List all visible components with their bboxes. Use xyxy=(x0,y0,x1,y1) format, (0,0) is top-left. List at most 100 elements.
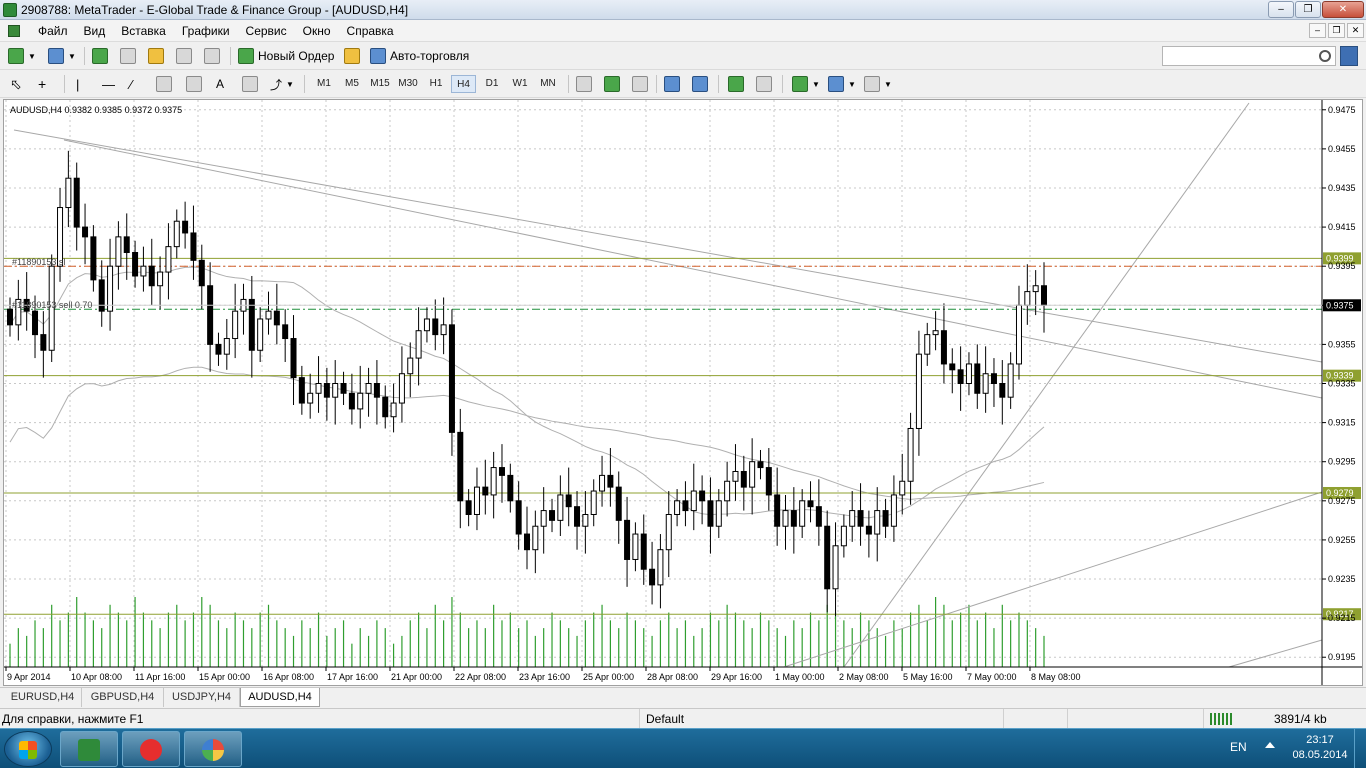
candle-body xyxy=(298,377,305,404)
menu-help[interactable]: Справка xyxy=(339,20,402,42)
timeframe-h1[interactable]: H1 xyxy=(424,75,448,93)
minimize-button[interactable]: – xyxy=(1268,1,1294,18)
menu-file[interactable]: Файл xyxy=(30,20,76,42)
candle-body xyxy=(615,486,622,521)
candle-body xyxy=(482,486,489,496)
candle-body xyxy=(415,330,422,359)
candle-chart-button[interactable] xyxy=(604,74,620,94)
menu-tools[interactable]: Сервис xyxy=(238,20,295,42)
taskbar-metatrader[interactable] xyxy=(60,731,118,767)
timeframe-w1[interactable]: W1 xyxy=(508,75,532,93)
community-button[interactable] xyxy=(1340,46,1358,66)
data-window-button[interactable] xyxy=(148,46,164,66)
trendline-tool[interactable]: ∕ xyxy=(130,74,132,94)
candle-body xyxy=(590,490,597,515)
tab-gbpusd[interactable]: GBPUSD,H4 xyxy=(82,688,164,707)
chart-doc-icon[interactable] xyxy=(8,25,20,37)
time-tick-label: 7 May 00:00 xyxy=(967,672,1017,682)
candle-body xyxy=(1007,363,1014,398)
fibo-tool[interactable] xyxy=(186,74,202,94)
mdi-restore-button[interactable]: ❐ xyxy=(1328,23,1345,38)
windows-taskbar: EN 23:17 08.05.2014 xyxy=(0,728,1366,768)
zoom-out-button[interactable] xyxy=(692,74,708,94)
market-watch-button[interactable] xyxy=(92,46,108,66)
candle-body xyxy=(490,467,497,496)
templates-button[interactable]: ▼ xyxy=(864,74,892,94)
connection-status-icon[interactable] xyxy=(1210,713,1234,725)
profiles-button[interactable]: ▼ xyxy=(48,46,76,66)
timeframe-h4[interactable]: H4 xyxy=(451,75,476,93)
windows-logo-icon xyxy=(19,741,37,759)
candle-body xyxy=(999,383,1006,398)
tab-usdjpy[interactable]: USDJPY,H4 xyxy=(164,688,240,707)
autotrading-icon xyxy=(370,48,386,64)
timeframe-m30[interactable]: M30 xyxy=(394,75,422,93)
timeframe-d1[interactable]: D1 xyxy=(480,75,504,93)
cursor-tool[interactable]: ⬁ xyxy=(10,74,22,94)
auto-scroll-button[interactable] xyxy=(728,74,744,94)
candle-body xyxy=(740,470,747,488)
chart-window[interactable]: 0.9399 0.9339 0.9279 0.9217 0.9475 0.9455 0.9… xyxy=(3,99,1363,686)
bar-chart-button[interactable] xyxy=(576,74,592,94)
restore-button[interactable]: ❐ xyxy=(1295,1,1321,18)
terminal-button[interactable] xyxy=(176,46,192,66)
autotrading-button[interactable]: Авто-торговля xyxy=(370,46,469,66)
candle-body xyxy=(974,363,981,394)
tray-clock[interactable]: 23:17 08.05.2014 xyxy=(1290,733,1350,763)
search-input[interactable] xyxy=(1162,46,1336,66)
mdi-minimize-button[interactable]: – xyxy=(1309,23,1326,38)
tab-eurusd[interactable]: EURUSD,H4 xyxy=(4,688,82,707)
candle-body xyxy=(157,271,164,287)
menu-charts[interactable]: Графики xyxy=(174,20,238,42)
crosshair-tool[interactable]: + xyxy=(38,74,46,94)
tray-expand-icon[interactable] xyxy=(1265,742,1275,748)
taskbar-paint[interactable] xyxy=(184,731,242,767)
vertical-line-tool[interactable]: | xyxy=(76,74,79,94)
arrows-tool[interactable]: ⤴ ▼ xyxy=(270,74,294,94)
metaeditor-button[interactable] xyxy=(344,46,360,66)
candle-body xyxy=(857,510,864,527)
candle-body xyxy=(774,494,781,527)
new-chart-button[interactable]: ▼ xyxy=(8,46,36,66)
indicators-button[interactable]: ▼ xyxy=(792,74,820,94)
channel-icon xyxy=(156,76,172,92)
candle-body xyxy=(315,383,322,394)
zoom-in-button[interactable] xyxy=(664,74,680,94)
timeframe-m1[interactable]: M1 xyxy=(312,75,336,93)
horizontal-line-tool[interactable]: — xyxy=(102,74,115,94)
price-tick-label: 0.9435 xyxy=(1328,183,1356,193)
timeframe-mn[interactable]: MN xyxy=(535,75,561,93)
channel-tool[interactable] xyxy=(156,74,172,94)
start-button[interactable] xyxy=(4,731,52,767)
status-profile[interactable]: Default xyxy=(644,709,1004,729)
candle-body xyxy=(665,513,672,551)
close-button[interactable]: ✕ xyxy=(1322,1,1364,18)
candle-body xyxy=(373,383,380,398)
new-order-button[interactable]: Новый Ордер xyxy=(238,46,334,66)
show-desktop-button[interactable] xyxy=(1354,729,1366,768)
candle-body xyxy=(640,533,647,570)
language-indicator[interactable]: EN xyxy=(1230,740,1247,754)
candle-body xyxy=(465,500,472,515)
tab-audusd[interactable]: AUDUSD,H4 xyxy=(240,688,320,707)
menu-view[interactable]: Вид xyxy=(76,20,114,42)
candle-body xyxy=(815,506,822,527)
taskbar-yandex-browser[interactable] xyxy=(122,731,180,767)
price-chart[interactable]: 0.93990.93390.92790.9217 0.94750.94550.9… xyxy=(4,100,1362,685)
candle-body xyxy=(574,506,581,527)
timeframe-m5[interactable]: M5 xyxy=(340,75,364,93)
search-icon[interactable] xyxy=(1319,50,1331,62)
price-tick-label: 0.9215 xyxy=(1328,613,1356,623)
periodicity-button[interactable]: ▼ xyxy=(828,74,856,94)
label-tool[interactable] xyxy=(242,74,258,94)
timeframe-m15[interactable]: M15 xyxy=(366,75,394,93)
text-tool[interactable]: A xyxy=(216,74,224,94)
navigator-button[interactable] xyxy=(120,46,136,66)
line-chart-button[interactable] xyxy=(632,74,648,94)
strategy-tester-button[interactable] xyxy=(204,46,220,66)
candle-body xyxy=(649,568,656,586)
menu-window[interactable]: Окно xyxy=(295,20,339,42)
menu-insert[interactable]: Вставка xyxy=(113,20,174,42)
chart-shift-button[interactable] xyxy=(756,74,772,94)
mdi-close-button[interactable]: ✕ xyxy=(1347,23,1364,38)
